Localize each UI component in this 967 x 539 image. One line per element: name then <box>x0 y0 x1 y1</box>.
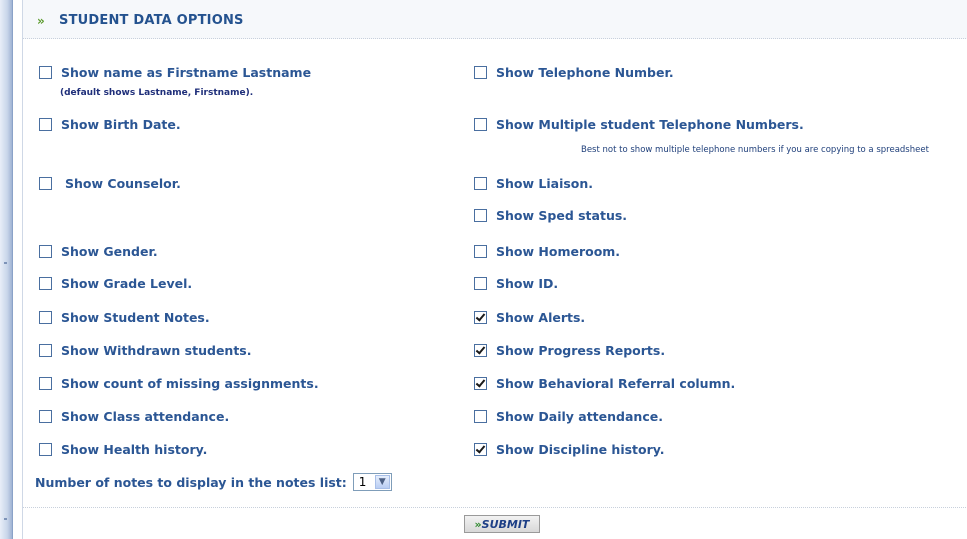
option-show-withdrawn-students[interactable]: Show Withdrawn students. <box>39 343 252 358</box>
option-show-id[interactable]: Show ID. <box>474 276 558 291</box>
notes-count-label: Number of notes to display in the notes … <box>35 474 347 490</box>
option-show-class-attendance[interactable]: Show Class attendance. <box>39 409 229 424</box>
double-chevron-icon: » <box>474 517 482 531</box>
option-label: Show Sped status. <box>496 208 628 223</box>
checkbox[interactable] <box>474 177 487 190</box>
option-show-telephone-number[interactable]: Show Telephone Number. <box>474 65 674 80</box>
option-show-gender[interactable]: Show Gender. <box>39 244 158 259</box>
notes-count-row: Number of notes to display in the notes … <box>35 473 392 491</box>
option-show-progress-reports[interactable]: Show Progress Reports. <box>474 343 665 358</box>
checkbox[interactable] <box>39 377 52 390</box>
notes-count-select[interactable]: 1 ▼ <box>352 473 392 491</box>
option-label: Show ID. <box>496 276 559 291</box>
checkbox[interactable] <box>474 410 487 423</box>
checkbox[interactable] <box>474 245 487 258</box>
checkbox[interactable] <box>39 245 52 258</box>
option-show-student-notes[interactable]: Show Student Notes. <box>39 310 210 325</box>
double-chevron-icon: » <box>37 14 45 28</box>
footer-divider <box>23 507 967 508</box>
telephone-note: Best not to show multiple telephone numb… <box>581 145 929 155</box>
option-sublabel: (default shows Lastname, Firstname). <box>60 88 254 98</box>
option-label: Show Progress Reports. <box>496 343 666 358</box>
student-data-options-panel: » STUDENT DATA OPTIONS Show name as Firs… <box>22 0 967 539</box>
option-label: Show name as Firstname Lastname <box>61 65 312 80</box>
checkbox[interactable] <box>39 66 52 79</box>
checkbox[interactable] <box>39 344 52 357</box>
option-show-birth-date[interactable]: Show Birth Date. <box>39 117 181 132</box>
frame-grip <box>4 262 7 264</box>
submit-label: SUBMIT <box>481 517 530 531</box>
option-show-sped-status[interactable]: Show Sped status. <box>474 208 627 223</box>
checkbox[interactable] <box>474 209 487 222</box>
submit-button[interactable]: » SUBMIT <box>464 515 540 533</box>
option-show-discipline-history[interactable]: Show Discipline history. <box>474 442 665 457</box>
option-label: Show Birth Date. <box>61 117 181 132</box>
left-frame-strip <box>0 0 13 539</box>
option-show-grade-level[interactable]: Show Grade Level. <box>39 276 192 291</box>
checkbox[interactable] <box>39 311 52 324</box>
checkbox[interactable] <box>39 277 52 290</box>
option-label: Show Behavioral Referral column. <box>496 376 736 391</box>
checkbox[interactable] <box>474 66 487 79</box>
option-show-alerts[interactable]: Show Alerts. <box>474 310 585 325</box>
checkbox[interactable] <box>39 410 52 423</box>
option-show-homeroom[interactable]: Show Homeroom. <box>474 244 620 259</box>
option-show-counselor[interactable]: Show Counselor. <box>39 176 181 191</box>
option-label: Show Homeroom. <box>496 244 621 259</box>
option-label: Show Telephone Number. <box>496 65 674 80</box>
option-label: Show Class attendance. <box>61 409 230 424</box>
checkbox-checked[interactable] <box>474 311 487 324</box>
option-label: Show Student Notes. <box>61 310 210 325</box>
chevron-down-icon[interactable]: ▼ <box>374 475 390 489</box>
option-show-multiple-telephone-numbers[interactable]: Show Multiple student Telephone Numbers. <box>474 117 804 132</box>
checkbox-checked[interactable] <box>474 377 487 390</box>
checkbox[interactable] <box>474 277 487 290</box>
checkbox[interactable] <box>39 443 52 456</box>
panel-header: » STUDENT DATA OPTIONS <box>23 0 967 39</box>
option-label: Show Discipline history. <box>496 442 665 457</box>
checkbox[interactable] <box>39 177 52 190</box>
option-label: Show Gender. <box>61 244 158 259</box>
option-label: Show Grade Level. <box>61 276 193 291</box>
checkbox-checked[interactable] <box>474 344 487 357</box>
option-label: Show Alerts. <box>496 310 586 325</box>
option-label: Show Multiple student Telephone Numbers. <box>496 117 804 132</box>
option-label: Show Counselor. <box>65 176 181 191</box>
option-label: Show Health history. <box>61 442 208 457</box>
option-show-behavioral-referral[interactable]: Show Behavioral Referral column. <box>474 376 735 391</box>
frame-grip-bottom <box>4 518 7 520</box>
option-show-health-history[interactable]: Show Health history. <box>39 442 207 457</box>
option-show-liaison[interactable]: Show Liaison. <box>474 176 593 191</box>
checkbox[interactable] <box>474 118 487 131</box>
option-show-name-first-last[interactable]: Show name as Firstname Lastname <box>39 65 311 80</box>
option-label: Show Liaison. <box>496 176 594 191</box>
checkbox-checked[interactable] <box>474 443 487 456</box>
notes-count-value: 1 <box>358 475 367 489</box>
option-label: Show Daily attendance. <box>496 409 663 424</box>
option-label: Show count of missing assignments. <box>61 376 319 391</box>
option-show-daily-attendance[interactable]: Show Daily attendance. <box>474 409 663 424</box>
option-show-missing-assignments[interactable]: Show count of missing assignments. <box>39 376 319 391</box>
checkbox[interactable] <box>39 118 52 131</box>
option-label: Show Withdrawn students. <box>61 343 252 358</box>
panel-title: STUDENT DATA OPTIONS <box>59 13 244 28</box>
